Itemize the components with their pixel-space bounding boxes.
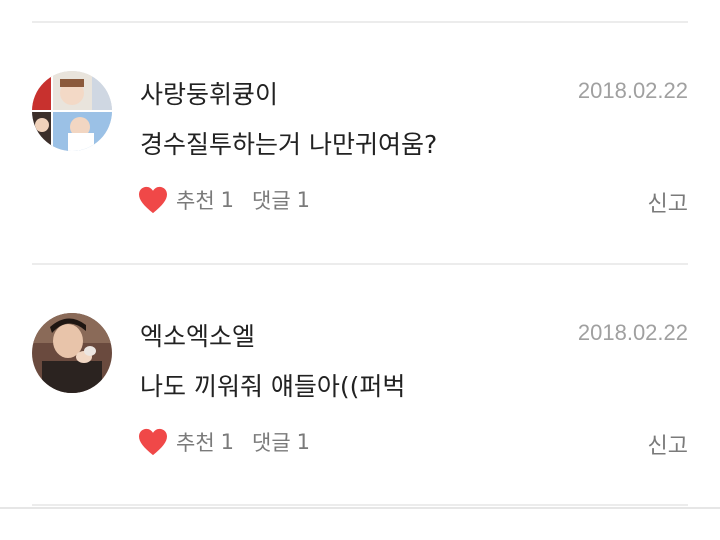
avatar-portrait-image [32,313,112,393]
comment-item: 엑소엑소엘 2018.02.22 나도 끼워줘 얘들아((퍼벅 추천 1 댓글 … [0,265,720,505]
reply-label[interactable]: 댓글 [252,185,291,215]
divider-bottom [0,507,720,509]
comment-date: 2018.02.22 [577,78,688,103]
username[interactable]: 엑소엑소엘 [140,317,255,353]
comment-item: 사랑둥휘큥이 2018.02.22 경수질투하는거 나만귀여움? 추천 1 댓글… [0,23,720,263]
comment-actions: 추천 1 댓글 1 [138,427,328,457]
report-button[interactable]: 신고 [648,186,688,218]
comment-list: 사랑둥휘큥이 2018.02.22 경수질투하는거 나만귀여움? 추천 1 댓글… [0,0,720,540]
heart-icon[interactable] [138,428,168,456]
comment-text: 경수질투하는거 나만귀여움? [140,130,438,159]
user-avatar[interactable] [32,313,112,393]
username[interactable]: 사랑둥휘큥이 [140,75,278,111]
user-avatar[interactable] [32,71,112,151]
like-count: 1 [220,188,235,212]
reply-label[interactable]: 댓글 [252,427,291,457]
heart-icon[interactable] [138,186,168,214]
like-count: 1 [220,430,235,454]
divider-bottom-inset [32,504,688,506]
reply-count: 1 [296,188,311,212]
like-label[interactable]: 추천 [176,427,215,457]
reply-count: 1 [296,430,311,454]
comment-text: 나도 끼워줘 얘들아((퍼벅 [140,372,406,401]
report-button[interactable]: 신고 [648,428,688,460]
comment-actions: 추천 1 댓글 1 [138,185,328,215]
comment-date: 2018.02.22 [577,320,688,345]
like-label[interactable]: 추천 [176,185,215,215]
avatar-collage-image [32,71,112,151]
